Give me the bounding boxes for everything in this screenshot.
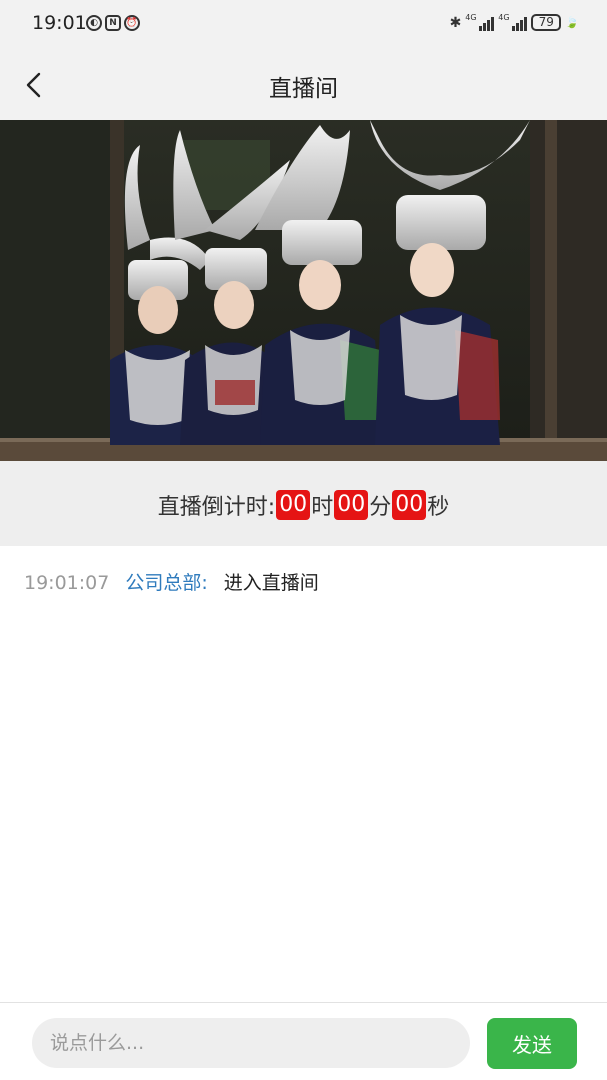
status-time: 19:01 (32, 12, 87, 34)
notification-icon: ◐ (86, 15, 102, 31)
nfc-icon: N (105, 15, 121, 31)
countdown-hours: 00 (276, 490, 311, 520)
alarm-icon: ⏰ (124, 15, 140, 31)
battery-icon: 79 (531, 14, 562, 31)
message-username: 公司总部: (125, 572, 208, 594)
countdown-seconds-unit: 秒 (427, 495, 450, 520)
live-video-player[interactable] (0, 120, 607, 461)
live-countdown: 直播倒计时: 00 时 00 分 00 秒 (0, 489, 607, 521)
signal-icon: 4G (465, 12, 495, 31)
chat-message: 19:01:07 公司总部: 进入直播间 (24, 568, 319, 595)
signal-icon: 4G (498, 12, 528, 31)
network-type-label: 4G (465, 12, 477, 22)
network-type-label: 4G (498, 12, 510, 22)
countdown-minutes-unit: 分 (369, 495, 392, 520)
power-saving-icon: 🍃 (565, 16, 579, 29)
bluetooth-icon: ✱ (449, 14, 462, 31)
chat-message-list[interactable]: 19:01:07 公司总部: 进入直播间 (0, 546, 607, 1002)
countdown-seconds: 00 (392, 490, 427, 520)
live-cover-image (0, 120, 607, 461)
countdown-hours-unit: 时 (311, 495, 334, 520)
countdown-minutes: 00 (334, 490, 369, 520)
navigation-bar: 直播间 (0, 50, 607, 120)
status-bar: 19:01 ◐ N ⏰ ✱ 4G 4G 79 🍃 (0, 0, 607, 50)
countdown-bar: 直播倒计时: 00 时 00 分 00 秒 (0, 461, 607, 546)
chat-input-bar: 发送 (0, 1002, 607, 1080)
status-notification-icons: ◐ N ⏰ (86, 15, 140, 31)
countdown-label: 直播倒计时: (157, 495, 276, 520)
message-time: 19:01:07 (24, 572, 110, 594)
send-button[interactable]: 发送 (487, 1018, 577, 1069)
chat-input[interactable] (32, 1018, 470, 1068)
page-title: 直播间 (269, 76, 338, 102)
message-text: 进入直播间 (223, 572, 319, 594)
status-system-icons: ✱ 4G 4G 79 🍃 (449, 12, 579, 31)
